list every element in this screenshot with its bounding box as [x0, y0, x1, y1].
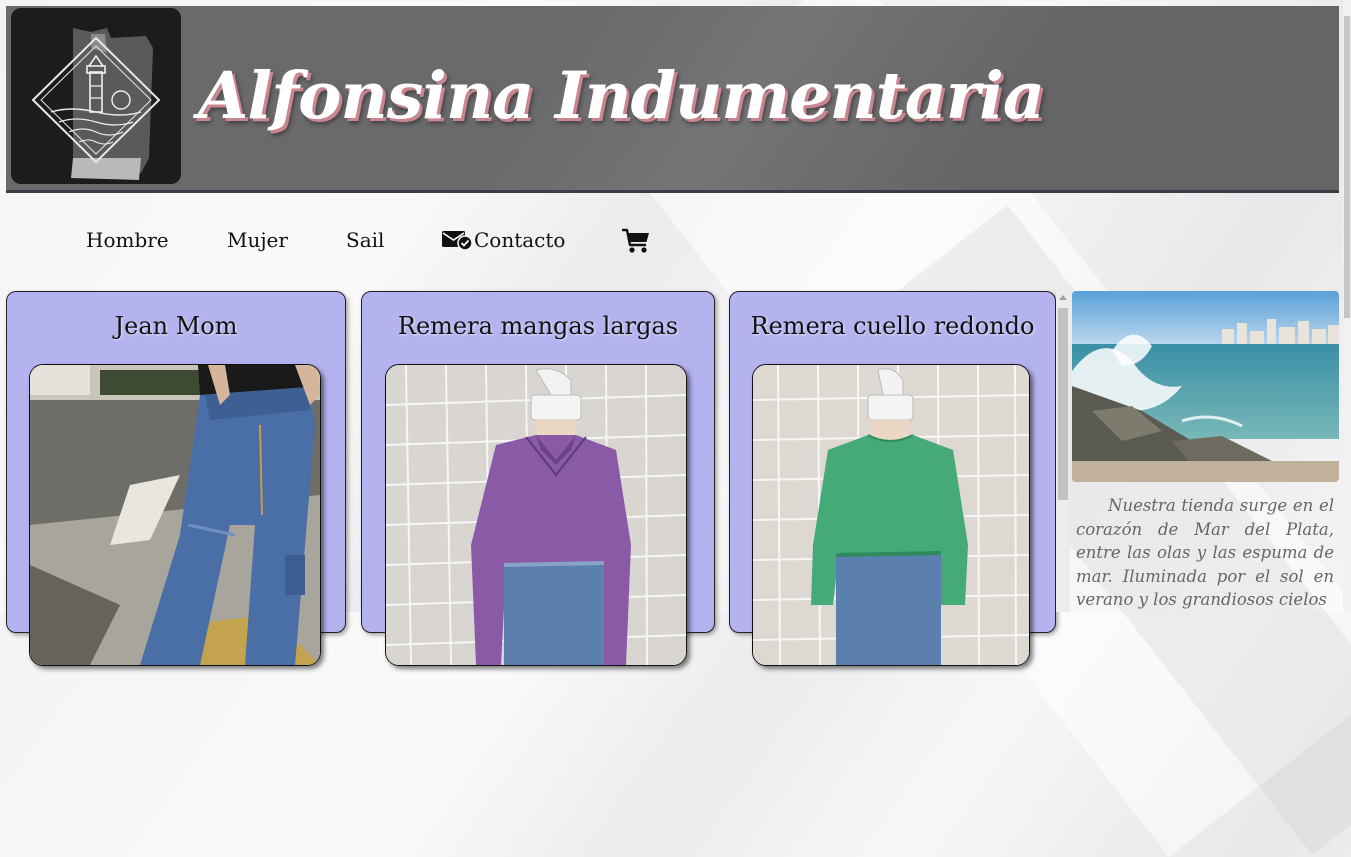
mar-del-plata-coast-photo [1072, 291, 1339, 482]
content-scrollbar[interactable] [1056, 292, 1070, 612]
page-scrollbar[interactable] [1343, 0, 1351, 612]
nav-item-contacto[interactable]: Contacto [441, 228, 565, 252]
shopping-cart-icon[interactable] [621, 228, 651, 258]
nav-item-mujer[interactable]: Mujer [227, 228, 288, 252]
green-round-neck-shirt-photo[interactable] [752, 364, 1030, 666]
store-description: Nuestra tienda surge en el corazón de Ma… [1076, 496, 1334, 609]
scroll-up-arrow-icon[interactable] [1059, 295, 1067, 300]
product-card[interactable]: Jean Mom [6, 291, 346, 666]
product-card[interactable]: Remera mangas largas [361, 291, 715, 666]
lighthouse-logo-icon[interactable] [11, 8, 181, 184]
denim-jeans-photo[interactable] [29, 364, 321, 666]
product-title: Jean Mom [114, 312, 238, 340]
nav-item-hombre[interactable]: Hombre [86, 228, 169, 252]
main-nav: Hombre Mujer Sail Contacto [0, 222, 700, 262]
envelope-check-icon [442, 231, 473, 251]
site-header: Alfonsina Indumentaria [6, 6, 1339, 193]
site-title: Alfonsina Indumentaria [198, 58, 1045, 134]
nav-item-sail[interactable]: Sail [346, 228, 384, 252]
product-title: Remera mangas largas [397, 312, 679, 340]
page-scrollbar-thumb[interactable] [1344, 16, 1350, 318]
scrollbar-thumb[interactable] [1058, 308, 1068, 500]
product-title: Remera cuello redondo [750, 312, 1035, 340]
purple-long-sleeve-shirt-photo[interactable] [385, 364, 687, 666]
product-card[interactable]: Remera cuello redondo [729, 291, 1056, 666]
nav-item-label: Contacto [474, 228, 566, 252]
